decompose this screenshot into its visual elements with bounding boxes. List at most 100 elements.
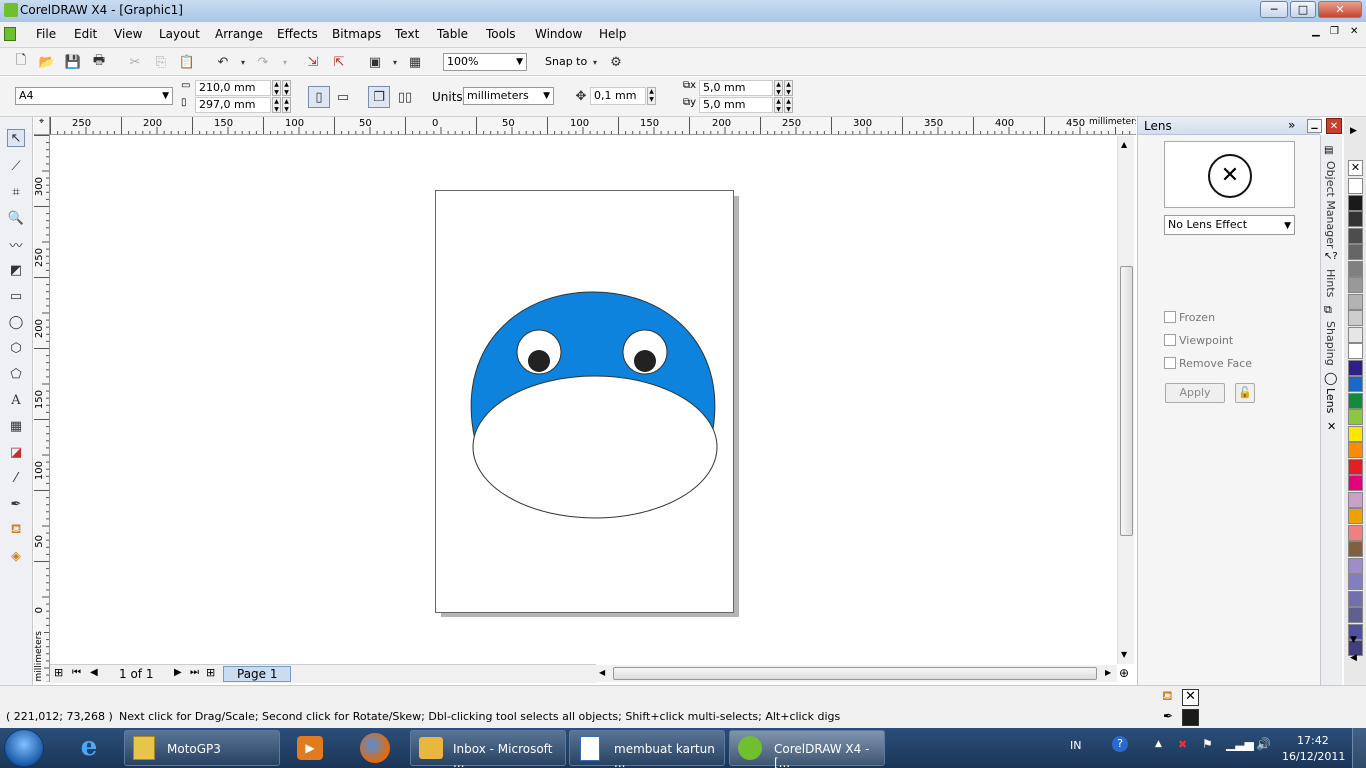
task-coreldraw[interactable]: CorelDRAW X4 - [...	[729, 730, 885, 768]
palette-expand-icon[interactable]: ◀	[1350, 653, 1357, 663]
duplicate-y-field[interactable]: 5,0 mm	[699, 97, 773, 113]
width-spinner[interactable]: ▲ ▼	[272, 80, 281, 96]
next-page-icon[interactable]: ▶	[174, 667, 182, 678]
smart-fill-tool-icon[interactable]: ◩	[7, 261, 25, 279]
portrait-icon[interactable]: ▯	[308, 86, 330, 108]
color-swatch[interactable]	[1348, 293, 1363, 310]
show-desktop-button[interactable]	[1352, 728, 1366, 768]
height-spinner[interactable]: ▲ ▼	[272, 97, 281, 113]
pick-tool-icon[interactable]: ↖	[7, 129, 25, 147]
import-icon[interactable]: ⇲	[304, 53, 322, 71]
horizontal-scroll-thumb[interactable]	[613, 667, 1097, 680]
color-swatch[interactable]	[1348, 541, 1363, 557]
vertical-ruler[interactable]: 300 250 200 150 100 50 0 millimeters	[34, 135, 50, 682]
rectangle-tool-icon[interactable]: ▭	[7, 287, 25, 305]
color-swatch[interactable]	[1348, 425, 1363, 442]
menu-view[interactable]: View	[114, 27, 142, 41]
clock-time[interactable]: 17:42	[1297, 734, 1329, 747]
copy-icon[interactable]: ⎘	[152, 53, 170, 71]
snap-to-button[interactable]: Snap to	[545, 55, 587, 68]
clock-date[interactable]: 16/12/2011	[1282, 750, 1345, 763]
dup-y-spinner-2[interactable]: ▲ ▼	[784, 97, 793, 113]
scroll-up-icon[interactable]: ▲	[1121, 140, 1127, 149]
palette-scroll-down-icon[interactable]: ▼	[1350, 635, 1357, 645]
undo-dropdown-icon[interactable]: ▾	[234, 53, 252, 71]
ellipse-tool-icon[interactable]: ◯	[7, 313, 25, 331]
tab-hints[interactable]: Hints	[1324, 269, 1337, 297]
docker-expand-icon[interactable]: »	[1288, 118, 1295, 132]
cut-icon[interactable]: ✂	[126, 53, 144, 71]
color-swatch[interactable]	[1348, 442, 1363, 458]
paste-icon[interactable]: 📋	[178, 53, 196, 71]
apply-button[interactable]: Apply	[1165, 383, 1225, 403]
lens-effect-combo[interactable]: No Lens Effect ▼	[1164, 215, 1295, 235]
menu-table[interactable]: Table	[437, 27, 468, 41]
color-swatch[interactable]	[1348, 475, 1363, 491]
ie-icon[interactable]: e	[72, 732, 106, 764]
scroll-right-icon[interactable]: ▶	[1105, 668, 1111, 677]
snap-dropdown-icon[interactable]: ▾	[586, 53, 604, 71]
interactive-fill-icon[interactable]: ◈	[7, 547, 25, 565]
scroll-down-icon[interactable]: ▼	[1121, 650, 1127, 659]
task-motogp3[interactable]: MotoGP3	[124, 730, 280, 766]
color-swatch[interactable]	[1348, 409, 1363, 425]
vertical-scrollbar[interactable]: ▲ ▼	[1117, 136, 1134, 664]
minimize-button[interactable]: ─	[1260, 1, 1288, 18]
welcome-screen-icon[interactable]: ▦	[406, 53, 424, 71]
menu-tools[interactable]: Tools	[486, 27, 516, 41]
color-swatch[interactable]	[1348, 211, 1363, 227]
color-swatch[interactable]	[1348, 508, 1363, 524]
tab-object-manager[interactable]: Object Manager	[1324, 161, 1337, 249]
color-swatch[interactable]	[1348, 260, 1363, 277]
tray-volume-icon[interactable]: 🔊	[1256, 737, 1271, 751]
color-swatch[interactable]	[1348, 491, 1363, 508]
tray-flag-icon[interactable]: ⚑	[1202, 737, 1213, 751]
vertical-scroll-thumb[interactable]	[1120, 266, 1133, 536]
white-mouth-ellipse[interactable]	[472, 375, 718, 519]
save-icon[interactable]: 💾	[64, 53, 82, 71]
duplicate-x-field[interactable]: 5,0 mm	[699, 80, 773, 96]
width-lock[interactable]: ▲ ▼	[282, 80, 291, 96]
menu-effects[interactable]: Effects	[277, 27, 318, 41]
add-page-after-icon[interactable]: ⊞	[206, 666, 215, 679]
color-swatch[interactable]	[1348, 458, 1363, 475]
zoom-tool-icon[interactable]: 🔍	[7, 209, 25, 227]
close-tab-icon[interactable]: ✕	[1327, 420, 1336, 433]
page-size-combo[interactable]: A4 ▼	[15, 87, 173, 105]
page-height-field[interactable]: 297,0 mm	[195, 97, 271, 113]
horizontal-ruler[interactable]: 250 200 150 100 50 0 50 100 150 200 250 …	[50, 117, 1136, 135]
eyedropper-icon[interactable]: ⁄	[7, 469, 25, 487]
zoom-navigator-icon[interactable]: ⊕	[1119, 666, 1129, 680]
redo-dropdown-icon[interactable]: ▾	[276, 53, 294, 71]
ruler-corner[interactable]: ⌖	[34, 117, 50, 135]
color-swatch[interactable]	[1348, 194, 1363, 211]
tray-expand-icon[interactable]: ▲	[1155, 739, 1162, 749]
color-swatch[interactable]	[1348, 557, 1363, 574]
tab-lens[interactable]: Lens	[1324, 388, 1337, 413]
all-pages-icon[interactable]: ❐	[368, 86, 390, 108]
first-page-icon[interactable]: ⏮	[72, 667, 81, 678]
polygon-tool-icon[interactable]: ⬡	[7, 339, 25, 357]
launcher-dropdown-icon[interactable]: ▾	[386, 53, 404, 71]
menu-edit[interactable]: Edit	[74, 27, 97, 41]
remove-face-checkbox[interactable]	[1164, 357, 1176, 369]
current-page-icon[interactable]: ▯▯	[396, 88, 414, 106]
app-launcher-icon[interactable]: ▣	[366, 53, 384, 71]
tray-help-icon[interactable]: ?	[1112, 736, 1128, 752]
menu-text[interactable]: Text	[395, 27, 419, 41]
export-icon[interactable]: ⇱	[330, 53, 348, 71]
horizontal-scrollbar[interactable]: ◀ ▶	[596, 665, 1117, 682]
color-swatch[interactable]	[1348, 227, 1363, 244]
table-tool-icon[interactable]: ▦	[7, 417, 25, 435]
no-color-swatch[interactable]: ✕	[1348, 160, 1363, 176]
dup-y-spinner[interactable]: ▲ ▼	[774, 97, 783, 113]
start-button[interactable]	[4, 729, 44, 767]
scroll-left-icon[interactable]: ◀	[599, 668, 605, 677]
color-swatch[interactable]	[1348, 244, 1363, 260]
task-inbox[interactable]: Inbox - Microsoft ...	[410, 730, 566, 768]
menu-file[interactable]: File	[36, 27, 56, 41]
color-swatch[interactable]	[1348, 277, 1363, 293]
doc-minimize-icon[interactable]: ▁	[1312, 26, 1320, 37]
color-swatch[interactable]	[1348, 524, 1363, 541]
prev-page-icon[interactable]: ◀	[90, 667, 98, 678]
